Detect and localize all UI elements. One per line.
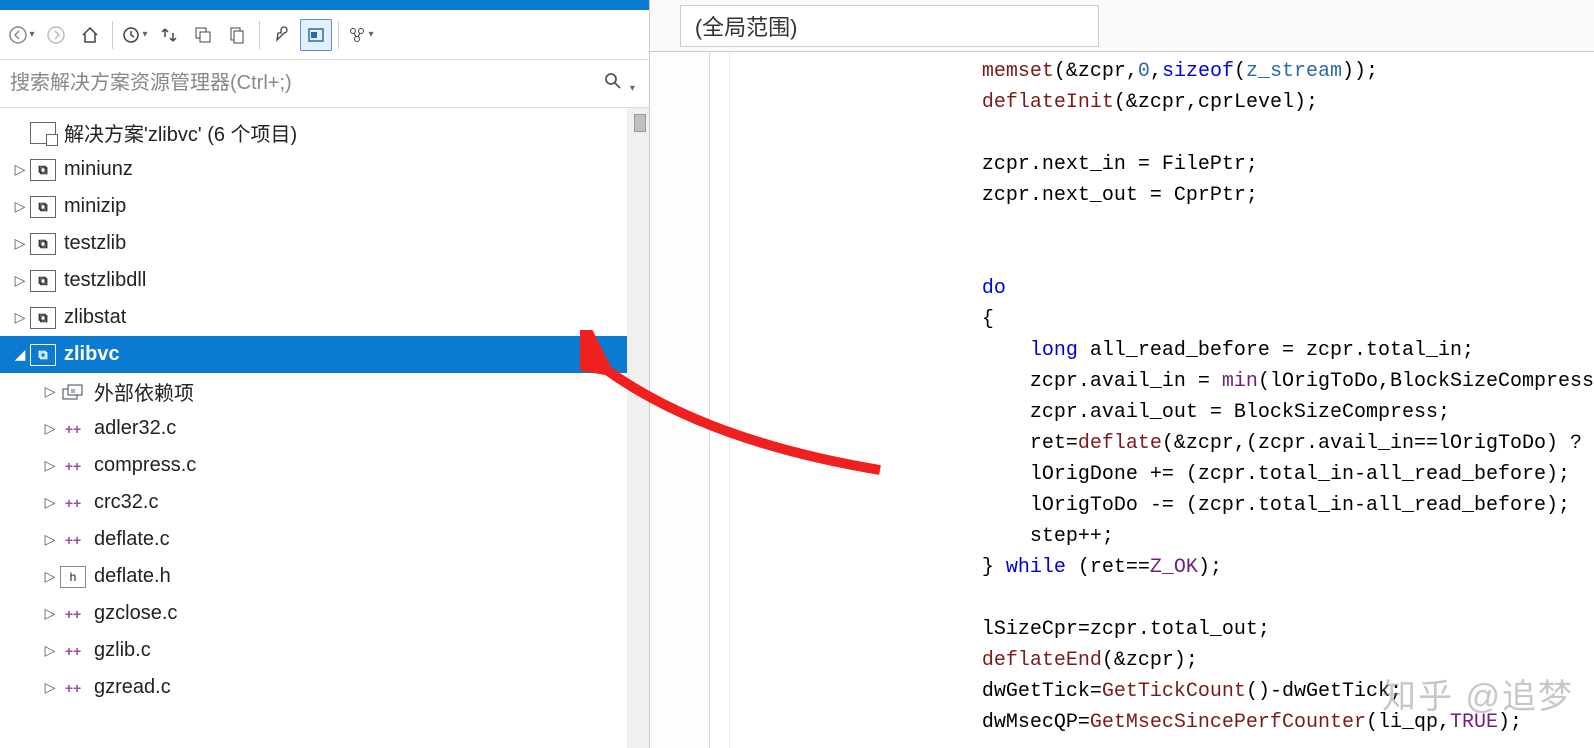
solution-tree[interactable]: 解决方案'zlibvc' (6 个项目) ▷⧉miniunz▷⧉minizip▷…: [0, 108, 649, 748]
references-icon: [60, 381, 86, 403]
cpp-file-icon: ++: [60, 455, 86, 477]
scrollbar-thumb[interactable]: [634, 114, 646, 132]
file-node-compress-c[interactable]: ▷++ compress.c: [0, 447, 649, 484]
project-icon: ⧉: [30, 233, 56, 255]
tree-scrollbar[interactable]: [627, 108, 649, 748]
cpp-file-icon: ++: [60, 677, 86, 699]
file-label: compress.c: [94, 454, 196, 477]
scope-dropdown[interactable]: (全局范围): [680, 5, 1099, 47]
expand-toggle[interactable]: ▷: [40, 494, 60, 511]
external-dependencies-label: 外部依赖项: [94, 377, 194, 406]
expand-toggle[interactable]: ▷: [10, 198, 30, 215]
cpp-file-icon: ++: [60, 603, 86, 625]
solution-explorer-toolbar: ▾ ▾: [0, 10, 649, 60]
file-label: deflate.c: [94, 528, 170, 551]
expand-toggle[interactable]: ▷: [40, 568, 60, 585]
solution-node[interactable]: 解决方案'zlibvc' (6 个项目): [0, 114, 649, 151]
external-dependencies-node[interactable]: ▷ 外部依赖项: [0, 373, 649, 410]
project-icon: ⧉: [30, 344, 56, 366]
code-editor-pane: (全局范围) memset(&zcpr,0,sizeof(z_stream));…: [650, 0, 1594, 748]
file-node-deflate-h[interactable]: ▷h deflate.h: [0, 558, 649, 595]
project-node-testzlib[interactable]: ▷⧉ testzlib: [0, 225, 649, 262]
toolbar-separator: [259, 21, 260, 49]
project-node-testzlibdll[interactable]: ▷⧉ testzlibdll: [0, 262, 649, 299]
project-icon: ⧉: [30, 196, 56, 218]
show-all-files-button[interactable]: [221, 19, 253, 51]
expand-toggle[interactable]: ▷: [10, 235, 30, 252]
file-label: gzclose.c: [94, 602, 177, 625]
search-row: ▾: [0, 60, 649, 108]
file-label: gzread.c: [94, 676, 171, 699]
solution-icon: [30, 122, 56, 144]
window-titlebar: [0, 0, 649, 10]
collapse-all-button[interactable]: [187, 19, 219, 51]
view-class-diagram-button[interactable]: ▾: [345, 19, 377, 51]
file-node-crc32-c[interactable]: ▷++ crc32.c: [0, 484, 649, 521]
toolbar-separator: [112, 21, 113, 49]
search-icon[interactable]: ▾: [599, 71, 639, 96]
project-node-minizip[interactable]: ▷⧉ minizip: [0, 188, 649, 225]
code-editor[interactable]: memset(&zcpr,0,sizeof(z_stream)); deflat…: [650, 52, 1594, 748]
project-node-miniunz[interactable]: ▷⧉ miniunz: [0, 151, 649, 188]
solution-explorer-panel: ▾ ▾: [0, 0, 650, 748]
properties-button[interactable]: [266, 19, 298, 51]
expand-toggle[interactable]: ▷: [40, 642, 60, 659]
project-node-zlibvc[interactable]: ◢⧉ zlibvc: [0, 336, 649, 373]
expand-toggle[interactable]: ▷: [10, 272, 30, 289]
file-label: crc32.c: [94, 491, 158, 514]
cpp-file-icon: ++: [60, 418, 86, 440]
project-icon: ⧉: [30, 270, 56, 292]
expand-toggle[interactable]: ▷: [40, 420, 60, 437]
preview-selected-button[interactable]: [300, 19, 332, 51]
cpp-file-icon: ++: [60, 492, 86, 514]
expand-toggle[interactable]: ▷: [40, 605, 60, 622]
sync-button[interactable]: [153, 19, 185, 51]
watermark: 知乎 @追梦: [1382, 669, 1574, 718]
pending-changes-button[interactable]: ▾: [119, 19, 151, 51]
project-icon: ⧉: [30, 159, 56, 181]
file-node-adler32-c[interactable]: ▷++ adler32.c: [0, 410, 649, 447]
expand-toggle[interactable]: ▷: [10, 161, 30, 178]
project-node-zlibstat[interactable]: ▷⧉ zlibstat: [0, 299, 649, 336]
search-input[interactable]: [10, 72, 599, 95]
nav-forward-button[interactable]: [40, 19, 72, 51]
solution-label: 解决方案'zlibvc' (6 个项目): [64, 118, 297, 147]
expand-toggle[interactable]: ▷: [40, 531, 60, 548]
home-button[interactable]: [74, 19, 106, 51]
expand-toggle[interactable]: ▷: [40, 457, 60, 474]
file-node-gzclose-c[interactable]: ▷++ gzclose.c: [0, 595, 649, 632]
h-file-icon: h: [60, 566, 86, 588]
expand-toggle[interactable]: ▷: [10, 309, 30, 326]
project-label: zlibstat: [64, 306, 126, 329]
project-label: testzlib: [64, 232, 126, 255]
file-label: gzlib.c: [94, 639, 151, 662]
code-area[interactable]: memset(&zcpr,0,sizeof(z_stream)); deflat…: [730, 52, 1594, 748]
scope-label: (全局范围): [695, 15, 798, 40]
expand-toggle[interactable]: ▷: [40, 383, 60, 400]
cpp-file-icon: ++: [60, 529, 86, 551]
project-label: minizip: [64, 195, 126, 218]
cpp-file-icon: ++: [60, 640, 86, 662]
file-node-gzread-c[interactable]: ▷++ gzread.c: [0, 669, 649, 706]
expand-toggle[interactable]: ◢: [10, 346, 30, 363]
expand-toggle[interactable]: ▷: [40, 679, 60, 696]
project-label: zlibvc: [64, 343, 120, 366]
editor-outline-margin: [710, 52, 730, 748]
project-icon: ⧉: [30, 307, 56, 329]
project-label: testzlibdll: [64, 269, 146, 292]
toolbar-separator: [338, 21, 339, 49]
file-node-deflate-c[interactable]: ▷++ deflate.c: [0, 521, 649, 558]
editor-gutter: [650, 52, 710, 748]
scope-bar: (全局范围): [650, 0, 1594, 52]
project-label: miniunz: [64, 158, 133, 181]
nav-back-button[interactable]: ▾: [6, 19, 38, 51]
file-node-gzlib-c[interactable]: ▷++ gzlib.c: [0, 632, 649, 669]
file-label: deflate.h: [94, 565, 171, 588]
file-label: adler32.c: [94, 417, 176, 440]
